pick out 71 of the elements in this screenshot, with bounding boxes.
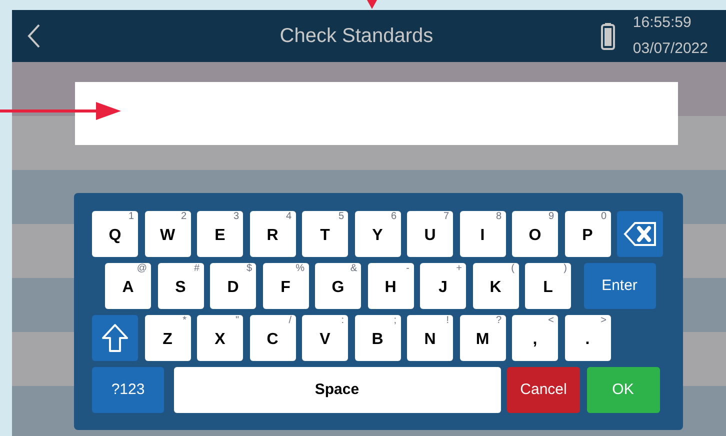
key-secondary-label: % xyxy=(296,264,304,274)
key[interactable]: F % xyxy=(262,263,308,309)
key[interactable]: . > xyxy=(564,315,610,361)
key-secondary-label: 5 xyxy=(338,212,344,222)
enter-key[interactable]: Enter xyxy=(584,263,656,309)
key[interactable]: J + xyxy=(420,263,466,309)
key[interactable]: E 3 xyxy=(197,211,243,257)
annotation-arrow xyxy=(365,0,379,9)
key[interactable]: R 4 xyxy=(250,211,296,257)
key[interactable]: W 2 xyxy=(144,211,190,257)
key-secondary-label: 9 xyxy=(548,212,554,222)
shift-key[interactable] xyxy=(92,315,138,361)
key-secondary-label: 8 xyxy=(496,212,502,222)
text-input-field[interactable] xyxy=(75,82,678,145)
key[interactable]: B ; xyxy=(354,315,400,361)
key[interactable]: T 5 xyxy=(302,211,348,257)
key[interactable]: O 9 xyxy=(512,211,558,257)
key[interactable]: P 0 xyxy=(564,211,610,257)
key[interactable]: Q 1 xyxy=(92,211,138,257)
backspace-key[interactable] xyxy=(617,211,663,257)
key-secondary-label: > xyxy=(600,316,606,326)
key[interactable]: N ! xyxy=(407,315,453,361)
key[interactable]: S # xyxy=(158,263,204,309)
key[interactable]: , < xyxy=(512,315,558,361)
key[interactable]: L ) xyxy=(525,263,571,309)
key[interactable]: V : xyxy=(302,315,348,361)
key-secondary-label: : xyxy=(341,316,344,326)
key[interactable]: D $ xyxy=(210,263,256,309)
key[interactable]: Z * xyxy=(144,315,190,361)
key-secondary-label: $ xyxy=(246,264,252,274)
key-secondary-label: < xyxy=(548,316,554,326)
key[interactable]: A @ xyxy=(105,263,151,309)
space-key[interactable]: Space xyxy=(174,367,500,413)
key[interactable]: G & xyxy=(315,263,361,309)
key[interactable]: M ? xyxy=(460,315,506,361)
key[interactable]: U 7 xyxy=(407,211,453,257)
key-secondary-label: " xyxy=(235,316,239,326)
key-secondary-label: ( xyxy=(511,264,514,274)
key-secondary-label: / xyxy=(288,316,292,326)
key-secondary-label: 0 xyxy=(600,212,606,222)
backspace-icon xyxy=(622,220,658,248)
key-secondary-label: 1 xyxy=(128,212,134,222)
cancel-button[interactable]: Cancel xyxy=(507,367,580,413)
key-secondary-label: + xyxy=(456,264,462,274)
key-secondary-label: ? xyxy=(496,316,502,326)
key-secondary-label: @ xyxy=(136,264,147,274)
key[interactable]: I 8 xyxy=(460,211,506,257)
key-secondary-label: ; xyxy=(394,316,396,326)
key-secondary-label: 7 xyxy=(443,212,449,222)
key-secondary-label: - xyxy=(406,264,410,274)
key-secondary-label: 4 xyxy=(286,212,292,222)
battery-icon xyxy=(600,22,615,50)
key-secondary-label: ! xyxy=(446,316,449,326)
up-arrow-icon xyxy=(101,323,129,353)
clock-time: 16:55:59 xyxy=(632,13,692,33)
key-secondary-label: & xyxy=(350,264,357,274)
key[interactable]: Y 6 xyxy=(354,211,400,257)
back-icon[interactable] xyxy=(26,23,42,49)
current-date: 03/07/2022 xyxy=(632,39,708,59)
key[interactable]: X " xyxy=(197,315,243,361)
key-secondary-label: # xyxy=(194,264,200,274)
screen-title: Check Standards xyxy=(280,24,434,49)
symbols-key[interactable]: ?123 xyxy=(92,367,164,413)
key-secondary-label: 3 xyxy=(233,212,239,222)
key-secondary-label: 6 xyxy=(390,212,396,222)
key[interactable]: C / xyxy=(250,315,296,361)
key[interactable]: K ( xyxy=(472,263,518,309)
key-secondary-label: ) xyxy=(564,264,567,274)
key[interactable]: H - xyxy=(368,263,414,309)
key-secondary-label: * xyxy=(182,316,186,326)
key-secondary-label: 2 xyxy=(180,212,186,222)
